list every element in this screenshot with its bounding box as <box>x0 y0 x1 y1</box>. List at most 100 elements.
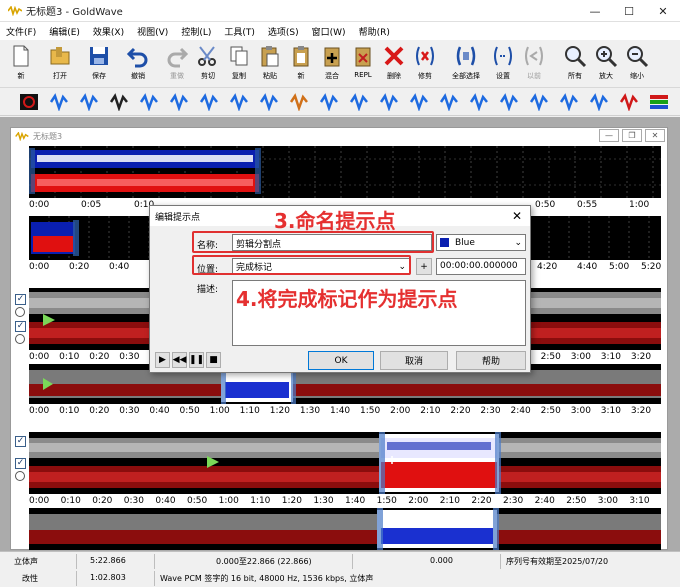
color-select[interactable]: Blue ⌄ <box>436 234 526 251</box>
doc-minimize-button[interactable]: — <box>599 129 619 142</box>
wave2-icon-button[interactable] <box>196 91 222 113</box>
ruler-tick: 0:10 <box>60 496 81 506</box>
updown-icon-button[interactable] <box>436 91 462 113</box>
x-cross-icon-button[interactable] <box>106 91 132 113</box>
position-add-button[interactable]: + <box>416 258 432 275</box>
track3-ruler: 0:00 0:10 0:20 0:30 0:40 0:50 1:00 1:10 1:20 1:30… <box>29 494 661 508</box>
open-button[interactable]: 打开 <box>45 44 75 81</box>
ruler-tick: 1:20 <box>281 496 303 506</box>
bars-icon-button[interactable] <box>526 91 552 113</box>
maximize-button[interactable]: ☐ <box>612 0 646 22</box>
track2-left-channel-checkbox[interactable]: ✓ <box>15 294 26 305</box>
paste-button[interactable]: 粘贴 <box>255 44 285 81</box>
sphere-icon-button[interactable] <box>76 91 102 113</box>
close-button[interactable]: ✕ <box>646 0 680 22</box>
colors-icon-button[interactable] <box>286 91 312 113</box>
previous-button[interactable]: 以前 <box>519 44 549 81</box>
wave2-icon <box>199 92 218 111</box>
gradient-icon <box>499 92 518 111</box>
ruler-tick: 2:10 <box>439 496 461 506</box>
split-icon <box>589 92 608 111</box>
track2-right-channel-checkbox[interactable]: ✓ <box>15 321 26 332</box>
lens-icon-button[interactable] <box>616 91 642 113</box>
wave-icon-button[interactable] <box>166 91 192 113</box>
arrows-icon-button[interactable] <box>376 91 402 113</box>
dialog-close-button[interactable]: ✕ <box>512 209 522 223</box>
copy-button[interactable]: 复制 <box>224 44 254 81</box>
stop-button[interactable]: ■ <box>206 352 221 368</box>
cancel-button[interactable]: 取消 <box>380 351 448 370</box>
track3-left-channel-checkbox[interactable]: ✓ <box>15 436 26 447</box>
new-file-icon <box>13 45 29 67</box>
status-bar: 立体声 5:22.866 0.000至22.866 (22.866) 0.000… <box>0 551 680 587</box>
menu-file[interactable]: 文件(F) <box>6 25 36 38</box>
ruler-tick: 3:10 <box>629 496 650 506</box>
trim-icon <box>416 46 434 66</box>
gradient-icon-button[interactable] <box>496 91 522 113</box>
flip-icon-button[interactable] <box>136 91 162 113</box>
menu-view[interactable]: 视图(V) <box>137 25 168 38</box>
set-button[interactable]: 设置 <box>488 44 518 81</box>
doc-close-button[interactable]: ✕ <box>645 129 665 142</box>
ruler-tick: 1:30 <box>313 496 334 506</box>
left-arrow-icon-button[interactable] <box>406 91 432 113</box>
zoom-out-button[interactable]: 缩小 <box>622 44 652 81</box>
track3-right-channel-checkbox[interactable]: ✓ <box>15 458 26 469</box>
ruler-tick: 2:10 <box>420 406 441 416</box>
rewind-button[interactable]: ◀◀ <box>172 352 187 368</box>
delete-button[interactable]: 删除 <box>379 44 409 81</box>
open-folder-icon <box>50 47 70 65</box>
menu-help[interactable]: 帮助(R) <box>359 25 390 38</box>
track3-overview[interactable] <box>29 508 661 550</box>
track2-left-channel-radio[interactable] <box>15 307 25 317</box>
set-icon <box>494 46 512 66</box>
track2-right-channel-radio[interactable] <box>15 334 25 344</box>
stop-effect-icon-button[interactable] <box>16 91 42 113</box>
doc-restore-button[interactable]: ❐ <box>622 129 642 142</box>
menu-effects[interactable]: 效果(X) <box>93 25 124 38</box>
undo-button[interactable]: 撤销 <box>123 44 153 81</box>
ruler-tick: 1:00 <box>629 200 650 210</box>
play-button[interactable]: ▶ <box>155 352 170 368</box>
ruler-tick: 2:40 <box>510 406 531 416</box>
ok-button[interactable]: OK <box>308 351 374 370</box>
resize-icon-button[interactable] <box>46 91 72 113</box>
gear-icon-button[interactable] <box>256 91 282 113</box>
spectrum-icon-button[interactable] <box>556 91 582 113</box>
paste-new-button[interactable]: 新 <box>286 44 316 81</box>
menu-tools[interactable]: 工具(T) <box>224 25 255 38</box>
time-input[interactable]: 00:00:00.000000 <box>436 258 526 275</box>
menu-edit[interactable]: 编辑(E) <box>49 25 80 38</box>
trim-button[interactable]: 修剪 <box>410 44 440 81</box>
title-bar: 无标题3 - GoldWave — ☐ ✕ <box>0 0 680 22</box>
sliders-icon <box>469 92 488 111</box>
cut-button[interactable]: 剪切 <box>193 44 223 81</box>
loop-icon-button[interactable] <box>226 91 252 113</box>
select-all-button[interactable]: 全部选择 <box>451 44 481 81</box>
track3-right-channel-radio[interactable] <box>15 471 25 481</box>
new-button[interactable]: 新 <box>6 44 36 81</box>
help-button[interactable]: 帮助 <box>456 351 526 370</box>
rainbow-icon-button[interactable] <box>646 91 672 113</box>
status-format: Wave PCM 签字的 16 bit, 48000 Hz, 1536 kbps… <box>160 574 374 583</box>
sliders-icon-button[interactable] <box>466 91 492 113</box>
redo-button[interactable]: 重做 <box>162 44 192 81</box>
mix-button[interactable]: 混合 <box>317 44 347 81</box>
compress-icon-button[interactable] <box>316 91 342 113</box>
zoom-all-button[interactable]: 所有 <box>560 44 590 81</box>
menu-control[interactable]: 控制(L) <box>181 25 211 38</box>
split-icon-button[interactable] <box>586 91 612 113</box>
menu-options[interactable]: 选项(S) <box>268 25 299 38</box>
track1-waveform[interactable] <box>29 146 661 198</box>
replace-button[interactable]: REPL <box>348 44 378 79</box>
pause-button[interactable]: ❚❚ <box>189 352 204 368</box>
save-button[interactable]: 保存 <box>84 44 114 81</box>
annotation-step3: 3.命名提示点 <box>274 209 396 233</box>
track3-waveform[interactable] <box>29 432 661 494</box>
ruler-tick: 3:00 <box>570 352 591 362</box>
dialog-title: 编辑提示点 <box>155 212 201 223</box>
zoom-in-button[interactable]: 放大 <box>591 44 621 81</box>
minimize-button[interactable]: — <box>578 0 612 22</box>
equalizer-icon-button[interactable] <box>346 91 372 113</box>
menu-window[interactable]: 窗口(W) <box>312 25 346 38</box>
